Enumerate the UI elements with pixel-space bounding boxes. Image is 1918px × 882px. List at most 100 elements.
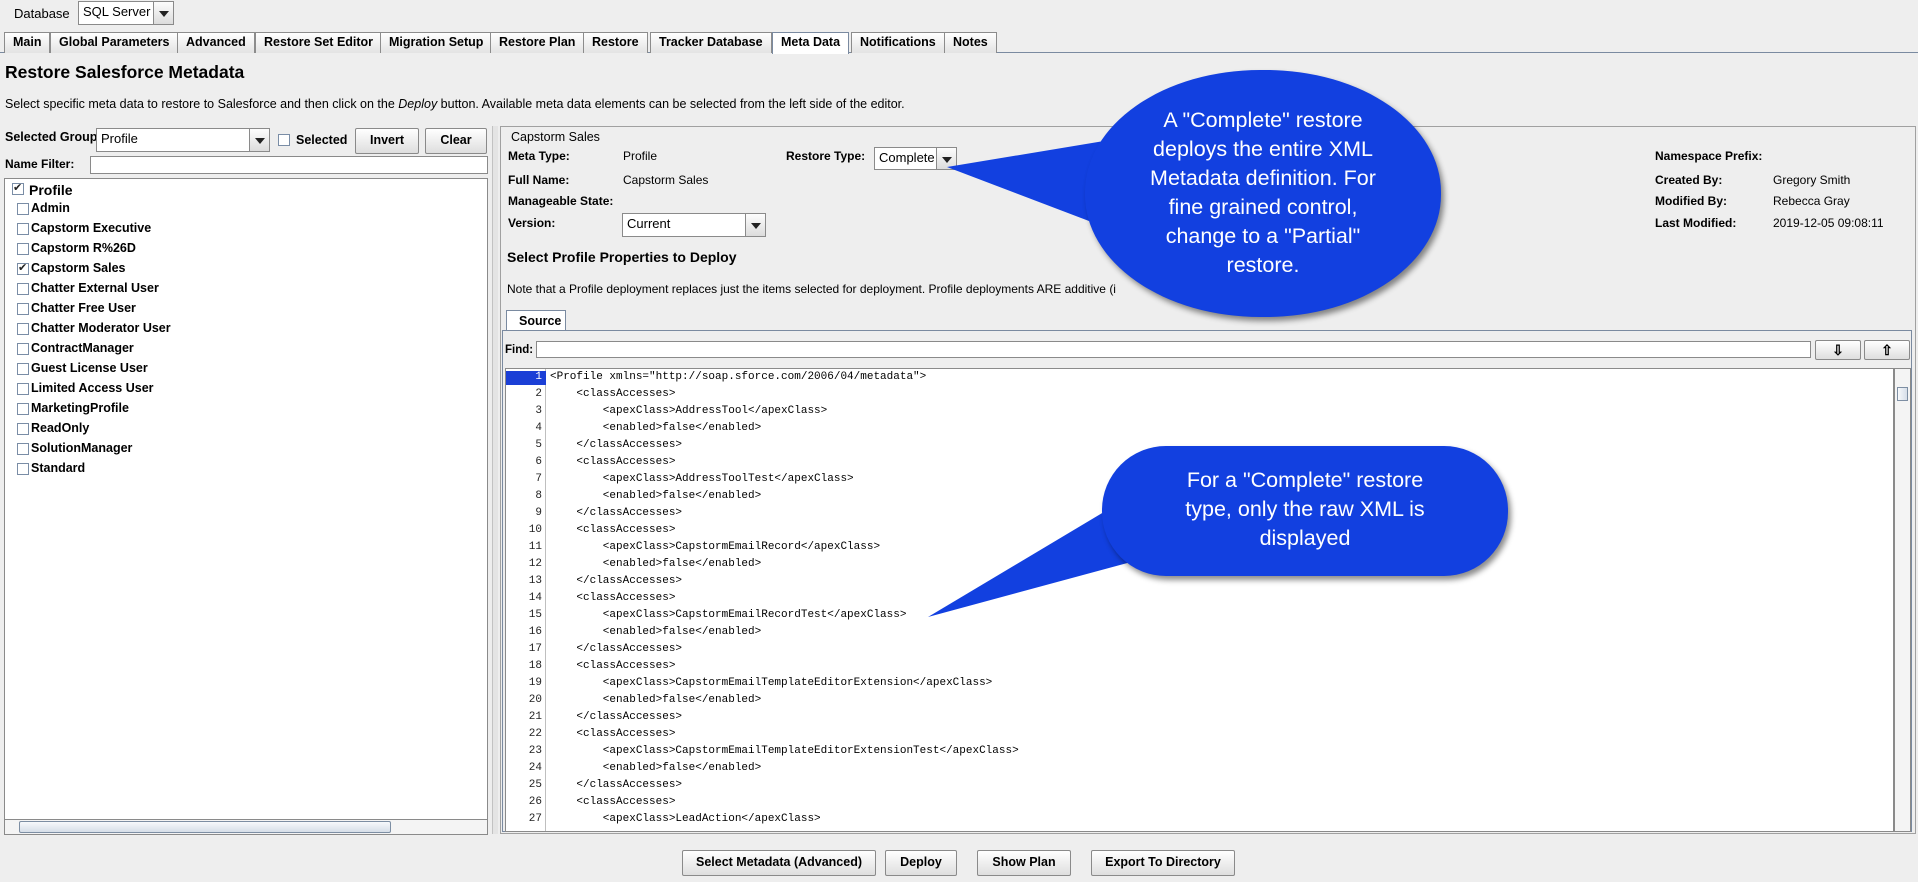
list-item[interactable]: ReadOnly — [31, 421, 89, 435]
selected-group-select[interactable]: Profile — [96, 128, 270, 152]
find-input[interactable] — [536, 341, 1811, 358]
database-select[interactable]: SQL Server — [78, 1, 174, 25]
tab-restore[interactable]: Restore — [583, 32, 648, 53]
list-item[interactable]: Guest License User — [31, 361, 148, 375]
item-checkbox[interactable] — [17, 383, 29, 395]
tab-restore-set-editor[interactable]: Restore Set Editor — [255, 32, 383, 53]
tab-restore-plan[interactable]: Restore Plan — [490, 32, 585, 53]
page-description: Select specific meta data to restore to … — [5, 97, 905, 111]
created-by-value: Gregory Smith — [1773, 173, 1851, 187]
item-checkbox[interactable] — [17, 323, 29, 335]
tab-notes-label: Notes — [953, 35, 988, 49]
callout-text-line: For a "Complete" restore — [1186, 468, 1424, 492]
tab-notifications[interactable]: Notifications — [851, 32, 945, 53]
line-number: 11 — [528, 541, 542, 553]
invert-button[interactable]: Invert — [355, 128, 419, 154]
list-item[interactable]: MarketingProfile — [31, 401, 129, 415]
show-plan-button[interactable]: Show Plan — [977, 850, 1071, 876]
chevron-down-icon[interactable] — [745, 214, 765, 236]
list-item[interactable]: Capstorm Sales — [31, 261, 125, 275]
arrow-down-icon: ⇩ — [1832, 342, 1844, 358]
list-item[interactable]: Chatter Free User — [31, 301, 136, 315]
raw-xml-callout: For a "Complete" restore type, only the … — [1102, 446, 1508, 576]
item-checkbox[interactable] — [17, 203, 29, 215]
main-tab-bar: Main Global Parameters Advanced Restore … — [0, 32, 1918, 54]
item-checkbox[interactable] — [17, 443, 29, 455]
item-checkbox[interactable] — [17, 283, 29, 295]
full-name-value: Capstorm Sales — [623, 173, 709, 187]
item-checkbox[interactable] — [17, 403, 29, 415]
list-item[interactable]: Standard — [31, 461, 85, 475]
code-line: </classAccesses> — [550, 643, 683, 655]
find-previous-button[interactable]: ⇧ — [1864, 340, 1910, 360]
version-select[interactable]: Current — [622, 213, 766, 237]
line-number: 27 — [528, 813, 542, 825]
full-name-label: Full Name: — [508, 173, 570, 187]
callout-text-line: Metadata definition. For — [1150, 166, 1376, 190]
profile-tree[interactable]: Profile Admin Capstorm Executive Capstor… — [4, 178, 488, 820]
item-checkbox[interactable] — [17, 363, 29, 375]
line-number: 21 — [528, 711, 542, 723]
item-checkbox[interactable] — [17, 243, 29, 255]
profile-root-label[interactable]: Profile — [29, 182, 73, 198]
item-checkbox[interactable] — [17, 463, 29, 475]
restore-type-value: Complete — [879, 150, 935, 165]
code-line: </classAccesses> — [550, 711, 683, 723]
deploy-button[interactable]: Deploy — [885, 850, 957, 876]
item-checkbox[interactable] — [17, 343, 29, 355]
callout-text-line: displayed — [1259, 526, 1351, 550]
section-title: Select Profile Properties to Deploy — [507, 249, 737, 265]
list-item[interactable]: Limited Access User — [31, 381, 154, 395]
line-number: 6 — [535, 456, 542, 468]
tab-global-parameters[interactable]: Global Parameters — [50, 32, 179, 53]
name-filter-input[interactable] — [90, 156, 488, 174]
scrollbar-thumb[interactable] — [1897, 387, 1908, 401]
restore-type-select[interactable]: Complete — [874, 147, 957, 170]
code-line: <apexClass>CapstormEmailTemplateEditorEx… — [550, 745, 1019, 757]
list-item[interactable]: SolutionManager — [31, 441, 132, 455]
list-item[interactable]: Chatter External User — [31, 281, 159, 295]
code-line: <apexClass>LeadAction</apexClass> — [550, 813, 821, 825]
code-line: <classAccesses> — [550, 660, 676, 672]
list-item[interactable]: Chatter Moderator User — [31, 321, 171, 335]
tab-notes[interactable]: Notes — [944, 32, 997, 53]
code-line: <classAccesses> — [550, 524, 676, 536]
profile-root-checkbox[interactable] — [12, 181, 24, 195]
scrollbar-thumb[interactable] — [19, 821, 391, 833]
left-horizontal-scrollbar[interactable] — [4, 819, 488, 835]
tab-tracker-database[interactable]: Tracker Database — [650, 32, 772, 53]
tab-source[interactable]: Source — [506, 310, 566, 330]
splitter-handle[interactable] — [492, 126, 498, 834]
complete-restore-callout: A "Complete" restore deploys the entire … — [1085, 70, 1441, 317]
line-number: 13 — [528, 575, 542, 587]
callout-text-line: deploys the entire XML — [1153, 137, 1373, 161]
tab-meta-data[interactable]: Meta Data — [772, 32, 850, 54]
select-metadata-advanced-button[interactable]: Select Metadata (Advanced) — [682, 850, 876, 876]
code-line: <enabled>false</enabled> — [550, 626, 762, 638]
restore-type-label: Restore Type: — [786, 149, 866, 163]
list-item[interactable]: Admin — [31, 201, 70, 215]
selected-checkbox[interactable] — [278, 134, 290, 146]
tab-main[interactable]: Main — [4, 32, 51, 53]
find-next-button[interactable]: ⇩ — [1815, 340, 1861, 360]
chevron-down-icon[interactable] — [936, 148, 956, 169]
tab-migration-setup[interactable]: Migration Setup — [380, 32, 493, 53]
callout-text-line: type, only the raw XML is — [1185, 497, 1425, 521]
tab-advanced[interactable]: Advanced — [177, 32, 255, 53]
list-item[interactable]: Capstorm R%26D — [31, 241, 136, 255]
version-label: Version: — [508, 216, 556, 230]
chevron-down-icon[interactable] — [153, 2, 173, 24]
item-checkbox[interactable] — [17, 223, 29, 235]
editor-vertical-scrollbar[interactable] — [1894, 368, 1911, 832]
item-checkbox[interactable] — [17, 423, 29, 435]
clear-button[interactable]: Clear — [425, 128, 487, 154]
chevron-down-icon[interactable] — [249, 129, 269, 151]
item-checkbox[interactable] — [17, 261, 29, 275]
item-checkbox[interactable] — [17, 303, 29, 315]
line-number: 4 — [535, 422, 542, 434]
list-item[interactable]: Capstorm Executive — [31, 221, 151, 235]
xml-source-editor[interactable]: 1 2 3 4 5 6 7 8 9 10 11 12 13 14 15 16 17 18 19 20 21 22 23 24 2… — [505, 368, 1894, 832]
list-item[interactable]: ContractManager — [31, 341, 134, 355]
export-to-directory-button[interactable]: Export To Directory — [1091, 850, 1235, 876]
callout-text-line: restore. — [1226, 253, 1300, 277]
